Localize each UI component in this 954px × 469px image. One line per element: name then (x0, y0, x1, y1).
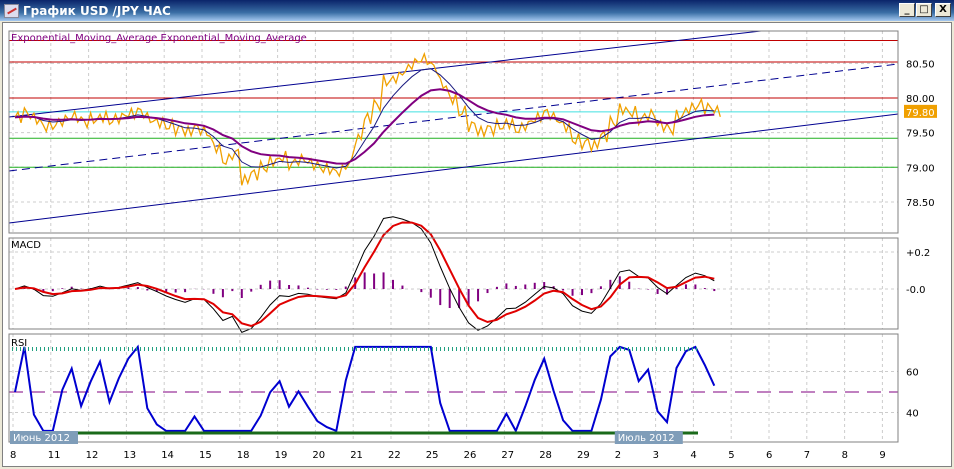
x-tick-label: 12 (86, 450, 99, 461)
x-tick-label: 8 (10, 450, 16, 461)
x-tick-label: 5 (728, 450, 734, 461)
x-tick-label: 27 (501, 450, 514, 461)
x-tick-label: 9 (879, 450, 885, 461)
x-tick-label: 7 (804, 450, 810, 461)
current-price-label: 79.80 (906, 108, 935, 119)
x-tick-label: 11 (48, 450, 61, 461)
close-button[interactable]: X (935, 3, 951, 17)
x-tick-label: 4 (690, 450, 696, 461)
ema-legend: Exponential_Moving_Average Exponential_M… (11, 33, 307, 44)
pane-frame-0 (8, 30, 899, 234)
x-tick-label: 28 (539, 450, 552, 461)
x-tick-label: 25 (426, 450, 439, 461)
x-tick-label: 8 (842, 450, 848, 461)
price-axis-label: 79.50 (906, 129, 935, 140)
window-title: График USD /JPY ЧАС (23, 3, 171, 18)
maximize-button[interactable]: □ (916, 3, 932, 17)
title-bar: График USD /JPY ЧАС _ □ X (0, 0, 954, 21)
price-axis-label: 80.50 (906, 59, 935, 70)
x-tick-label: 15 (199, 450, 212, 461)
rsi-label: RSI (11, 338, 27, 349)
x-tick-label: 22 (388, 450, 401, 461)
x-tick-label: 18 (237, 450, 250, 461)
x-tick-label: 2 (615, 450, 621, 461)
x-tick-label: 19 (275, 450, 288, 461)
month-label: Июль 2012 (618, 433, 675, 444)
x-tick-label: 21 (350, 450, 363, 461)
x-tick-label: 29 (577, 450, 590, 461)
price-axis-label: 80.00 (906, 94, 935, 105)
rsi-line (14, 344, 716, 434)
macd-label: MACD (11, 240, 41, 251)
x-tick-label: 26 (464, 450, 477, 461)
rsi-axis-label: 60 (906, 368, 919, 379)
chart-window[interactable]: Exponential_Moving_Average Exponential_M… (2, 22, 952, 467)
channel-lower-line (8, 113, 899, 224)
x-tick-label: 13 (123, 450, 136, 461)
rsi-axis-label: 40 (906, 409, 919, 420)
price-axis-label: 79.00 (906, 163, 935, 174)
chart-app-icon (4, 3, 19, 18)
pane-frame-2 (8, 333, 899, 443)
x-tick-label: 3 (653, 450, 659, 461)
month-label: Июнь 2012 (13, 433, 70, 444)
price-axis-label: 78.50 (906, 198, 935, 209)
macd-axis-label: +0.2 (906, 248, 930, 259)
chart-canvas[interactable]: Exponential_Moving_Average Exponential_M… (3, 23, 953, 468)
x-tick-label: 14 (161, 450, 174, 461)
x-tick-label: 20 (312, 450, 325, 461)
x-tick-label: 6 (766, 450, 772, 461)
minimize-button[interactable]: _ (899, 3, 915, 17)
macd-axis-label: -0.0 (906, 285, 926, 296)
